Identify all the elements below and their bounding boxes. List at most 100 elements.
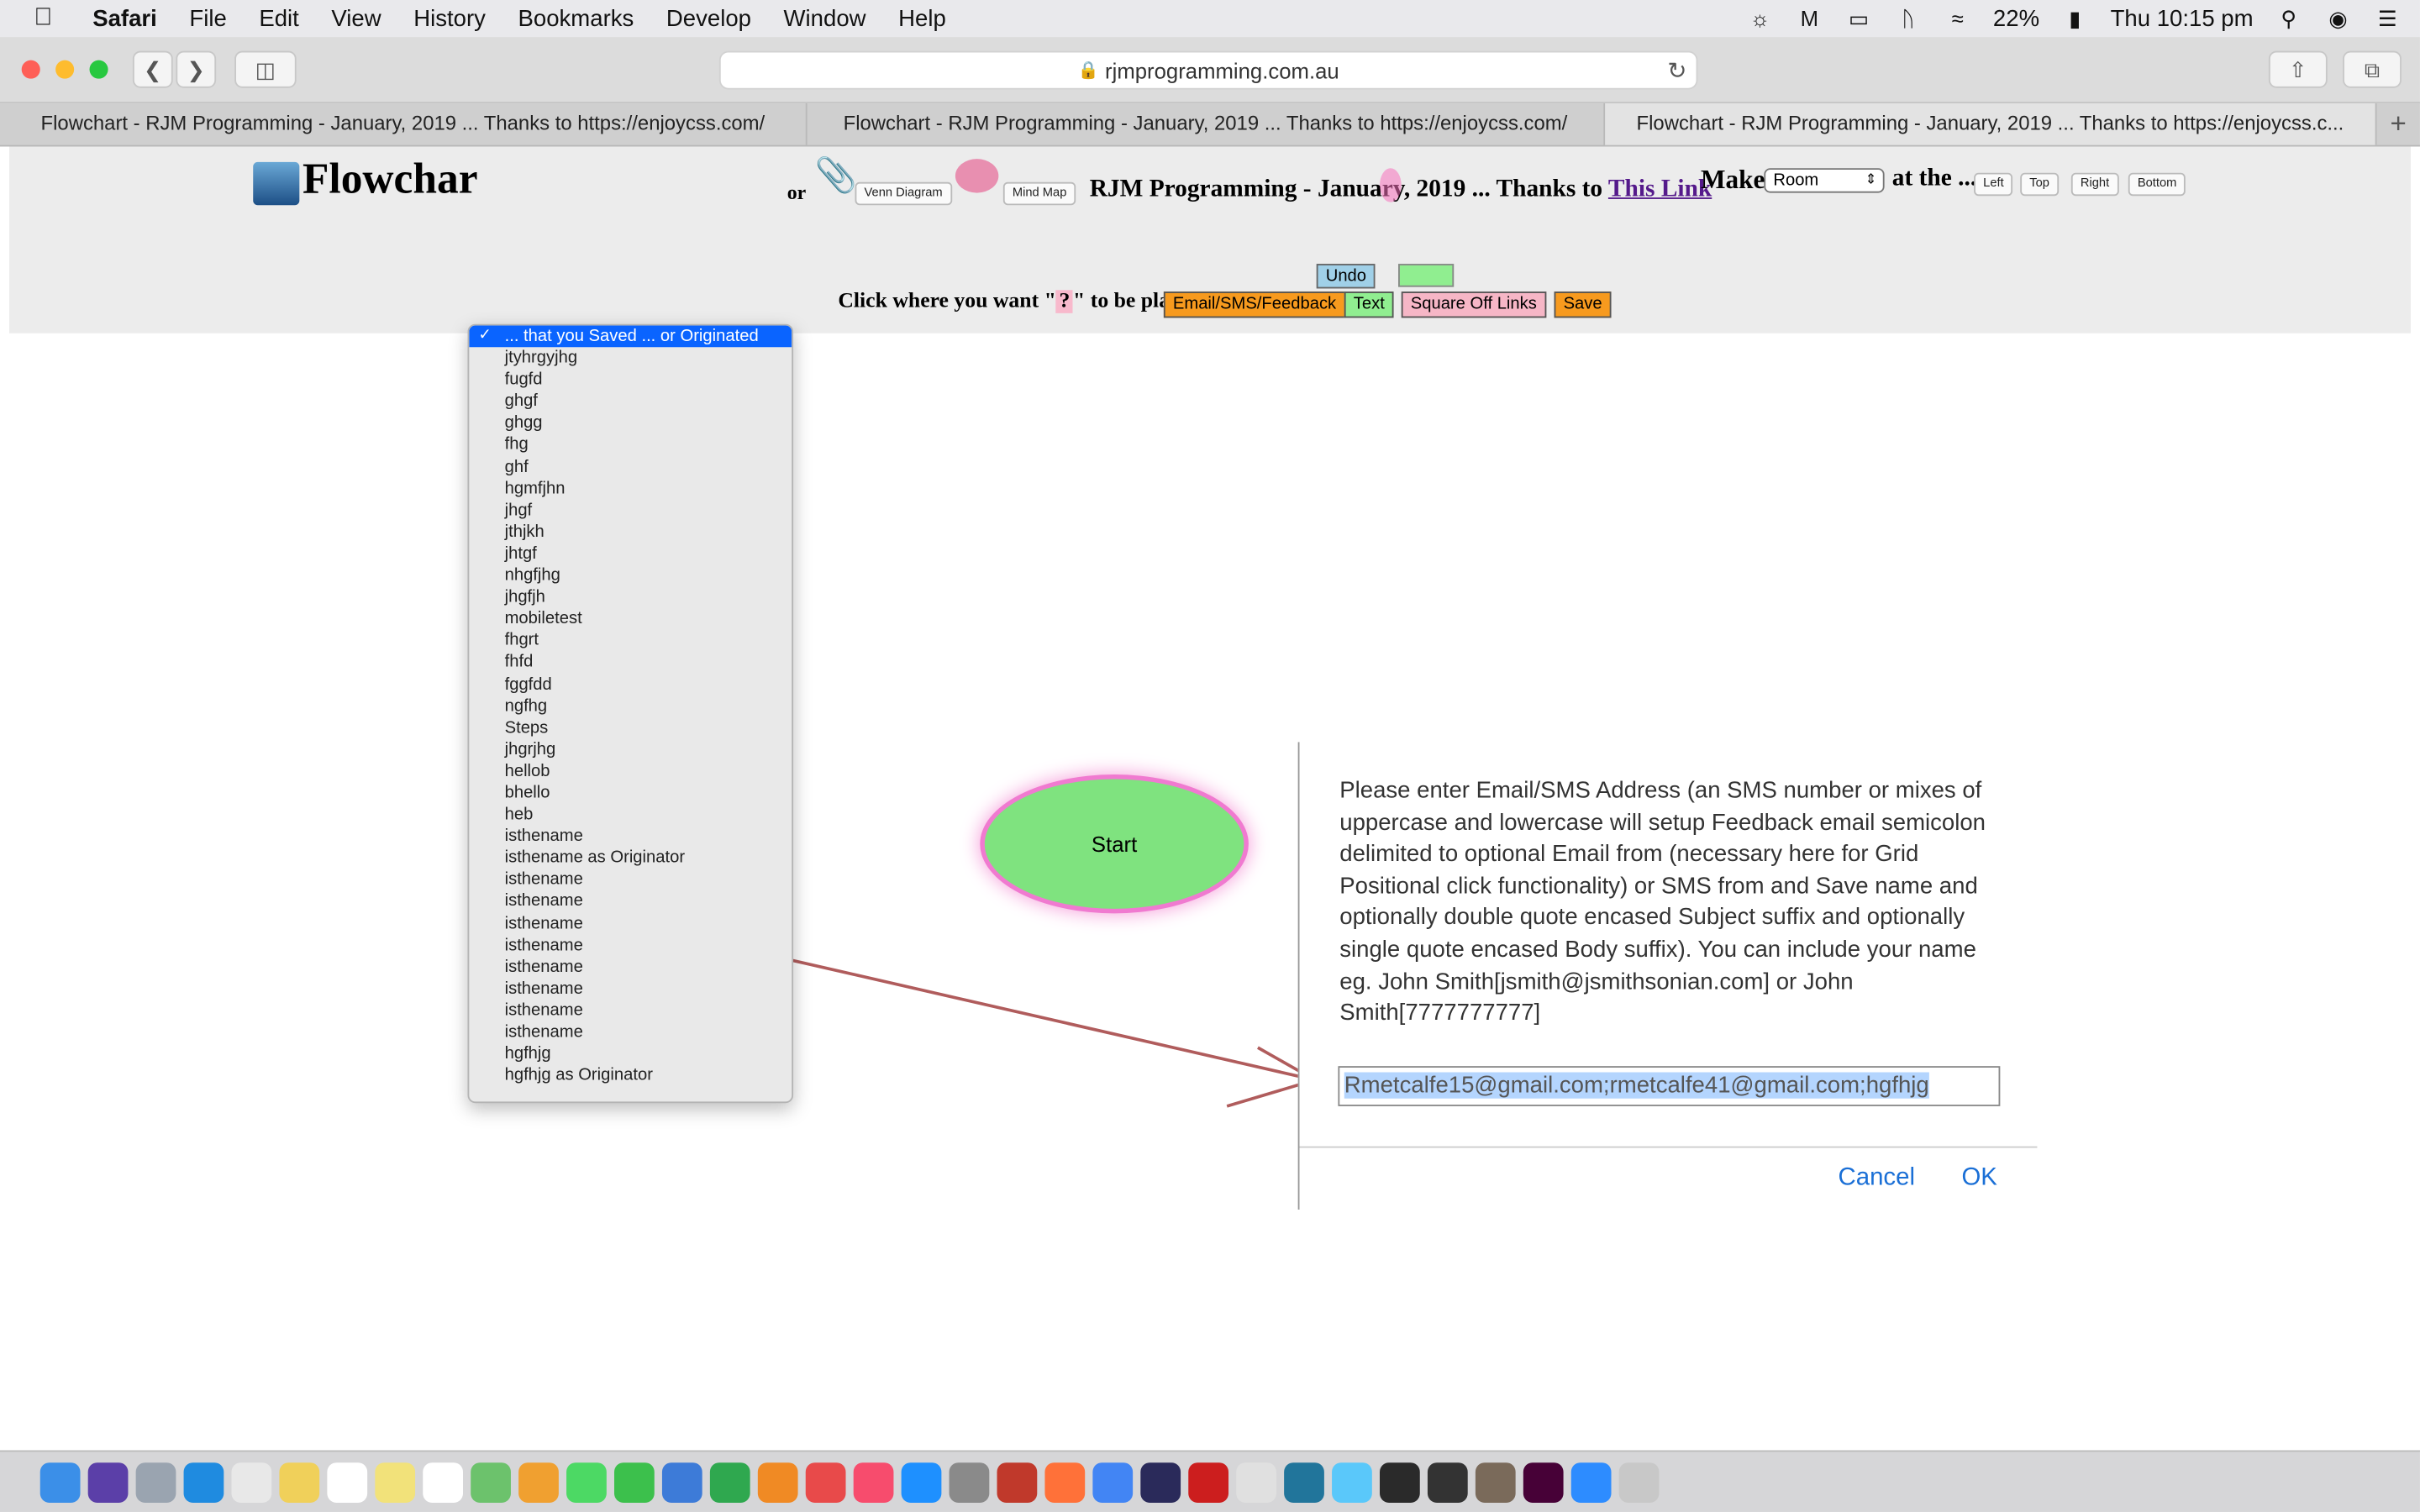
- dropdown-option[interactable]: isthename: [469, 1000, 792, 1021]
- tab-3[interactable]: Flowchart - RJM Programming - January, 2…: [1605, 103, 2377, 145]
- menu-view[interactable]: View: [331, 5, 381, 31]
- ok-button[interactable]: OK: [1961, 1165, 1996, 1193]
- menu-app[interactable]: Safari: [92, 5, 157, 31]
- bluetooth-icon[interactable]: ᚢ: [1894, 6, 1922, 30]
- zoom-window-button[interactable]: [89, 60, 108, 79]
- dropdown-option[interactable]: isthename: [469, 934, 792, 956]
- reload-icon[interactable]: ↻: [1667, 57, 1686, 85]
- news-icon[interactable]: [805, 1462, 846, 1503]
- inkscape-icon[interactable]: [1427, 1462, 1468, 1503]
- dropdown-option[interactable]: jhgf: [469, 500, 792, 522]
- notes-icon[interactable]: [279, 1462, 320, 1503]
- menu-edit[interactable]: Edit: [259, 5, 298, 31]
- minimize-window-button[interactable]: [55, 60, 75, 79]
- dropdown-option[interactable]: isthename as Originator: [469, 848, 792, 869]
- menu-window[interactable]: Window: [784, 5, 866, 31]
- close-window-button[interactable]: [21, 60, 40, 79]
- dropdown-option[interactable]: nhgfjhg: [469, 564, 792, 586]
- stickies-icon[interactable]: [375, 1462, 416, 1503]
- gimp-icon[interactable]: [1475, 1462, 1516, 1503]
- tableplus-icon[interactable]: [1236, 1462, 1276, 1503]
- prefs-icon[interactable]: [949, 1462, 990, 1503]
- notification-center-icon[interactable]: ☰: [2374, 5, 2402, 30]
- sidebar-button[interactable]: ◫: [234, 50, 297, 88]
- dropdown-option[interactable]: isthename: [469, 956, 792, 978]
- keynote-icon[interactable]: [661, 1462, 702, 1503]
- maps-icon[interactable]: [471, 1462, 511, 1503]
- dropdown-option[interactable]: ghgf: [469, 391, 792, 412]
- dropdown-option[interactable]: isthename: [469, 1021, 792, 1043]
- music-icon[interactable]: [853, 1462, 894, 1503]
- dropdown-option[interactable]: fggfdd: [469, 674, 792, 696]
- menu-file[interactable]: File: [189, 5, 226, 31]
- dropdown-option-selected[interactable]: ✓ ... that you Saved ... or Originated: [469, 325, 792, 348]
- back-button[interactable]: ❮: [132, 50, 173, 88]
- menu-bookmarks[interactable]: Bookmarks: [518, 5, 634, 31]
- siri-icon[interactable]: [87, 1462, 129, 1503]
- dropdown-option[interactable]: Steps: [469, 717, 792, 738]
- battery-icon[interactable]: ▮: [2061, 5, 2089, 30]
- dropdown-option[interactable]: jtyhrgyjhg: [469, 347, 792, 369]
- saved-flowcharts-dropdown[interactable]: ✓ ... that you Saved ... or Originated jt…: [467, 323, 794, 1104]
- terminal-icon[interactable]: [1380, 1462, 1420, 1503]
- dropdown-option[interactable]: bhello: [469, 782, 792, 804]
- spotlight-icon[interactable]: ⚲: [2275, 5, 2302, 30]
- pages-icon[interactable]: [757, 1462, 798, 1503]
- malwarebytes-icon[interactable]: M: [1796, 6, 1823, 30]
- dropdown-option[interactable]: hgfhjg: [469, 1043, 792, 1065]
- xd-icon[interactable]: [1523, 1462, 1564, 1503]
- safari-icon[interactable]: [183, 1462, 224, 1503]
- appstore-icon[interactable]: [901, 1462, 942, 1503]
- forward-button[interactable]: ❯: [176, 50, 217, 88]
- tab-1[interactable]: Flowchart - RJM Programming - January, 2…: [0, 103, 808, 145]
- apple-menu-icon[interactable]: : [34, 5, 67, 33]
- trash-icon[interactable]: [1618, 1462, 1660, 1503]
- cancel-button[interactable]: Cancel: [1839, 1165, 1915, 1193]
- dropdown-option[interactable]: jhtgf: [469, 543, 792, 564]
- menu-develop[interactable]: Develop: [666, 5, 751, 31]
- dropdown-option[interactable]: hellob: [469, 760, 792, 782]
- dropdown-option[interactable]: fhgrt: [469, 630, 792, 652]
- dropdown-option[interactable]: heb: [469, 804, 792, 826]
- facetime-icon[interactable]: [614, 1462, 655, 1503]
- firefox-icon[interactable]: [1044, 1462, 1086, 1503]
- wordpress-icon[interactable]: [1284, 1462, 1324, 1503]
- photos-app-icon[interactable]: [518, 1462, 559, 1503]
- dropdown-option[interactable]: mobiletest: [469, 608, 792, 630]
- dropdown-option[interactable]: fhfd: [469, 652, 792, 674]
- clock[interactable]: Thu 10:15 pm: [2111, 5, 2254, 31]
- dropdown-option[interactable]: jhgrjhg: [469, 738, 792, 760]
- menu-help[interactable]: Help: [898, 5, 946, 31]
- dropdown-option[interactable]: ghf: [469, 456, 792, 478]
- menu-history[interactable]: History: [413, 5, 486, 31]
- new-tab-button[interactable]: +: [2377, 103, 2420, 145]
- dropdown-option[interactable]: isthename: [469, 891, 792, 913]
- wifi-icon[interactable]: ≈: [1944, 6, 1971, 30]
- finder-icon[interactable]: [39, 1462, 81, 1503]
- phpstorm-icon[interactable]: [1140, 1462, 1181, 1503]
- dropdown-option[interactable]: fugfd: [469, 369, 792, 391]
- dropdown-option[interactable]: jhgfjh: [469, 586, 792, 608]
- airplay-icon[interactable]: ▭: [1845, 5, 1873, 30]
- dropdown-option[interactable]: fhg: [469, 434, 792, 456]
- dropdown-option[interactable]: isthename: [469, 912, 792, 934]
- dropdown-option[interactable]: ghgg: [469, 412, 792, 434]
- calendar-icon[interactable]: [327, 1462, 368, 1503]
- share-button[interactable]: ⇧: [2268, 50, 2328, 88]
- chrome-icon[interactable]: [1092, 1462, 1134, 1503]
- dropdown-option[interactable]: hgmfjhn: [469, 478, 792, 500]
- zoom-icon[interactable]: [1570, 1462, 1612, 1503]
- brightness-icon[interactable]: ☼: [1746, 6, 1774, 30]
- messages-icon[interactable]: [566, 1462, 607, 1503]
- address-bar[interactable]: 🔒 rjmprogramming.com.au ↻: [718, 50, 1698, 90]
- dropdown-option[interactable]: isthename: [469, 869, 792, 891]
- reminders-icon[interactable]: [423, 1462, 464, 1503]
- filezilla-icon[interactable]: [997, 1462, 1038, 1503]
- numbers-icon[interactable]: [709, 1462, 750, 1503]
- dropdown-option[interactable]: isthename: [469, 978, 792, 1000]
- email-sms-input[interactable]: Rmetcalfe15@gmail.com;rmetcalfe41@gmail.…: [1338, 1066, 2001, 1106]
- tab-2[interactable]: Flowchart - RJM Programming - January, 2…: [808, 103, 1606, 145]
- dropdown-option[interactable]: isthename: [469, 826, 792, 848]
- preview-icon[interactable]: [1332, 1462, 1372, 1503]
- opera-icon[interactable]: [1188, 1462, 1229, 1503]
